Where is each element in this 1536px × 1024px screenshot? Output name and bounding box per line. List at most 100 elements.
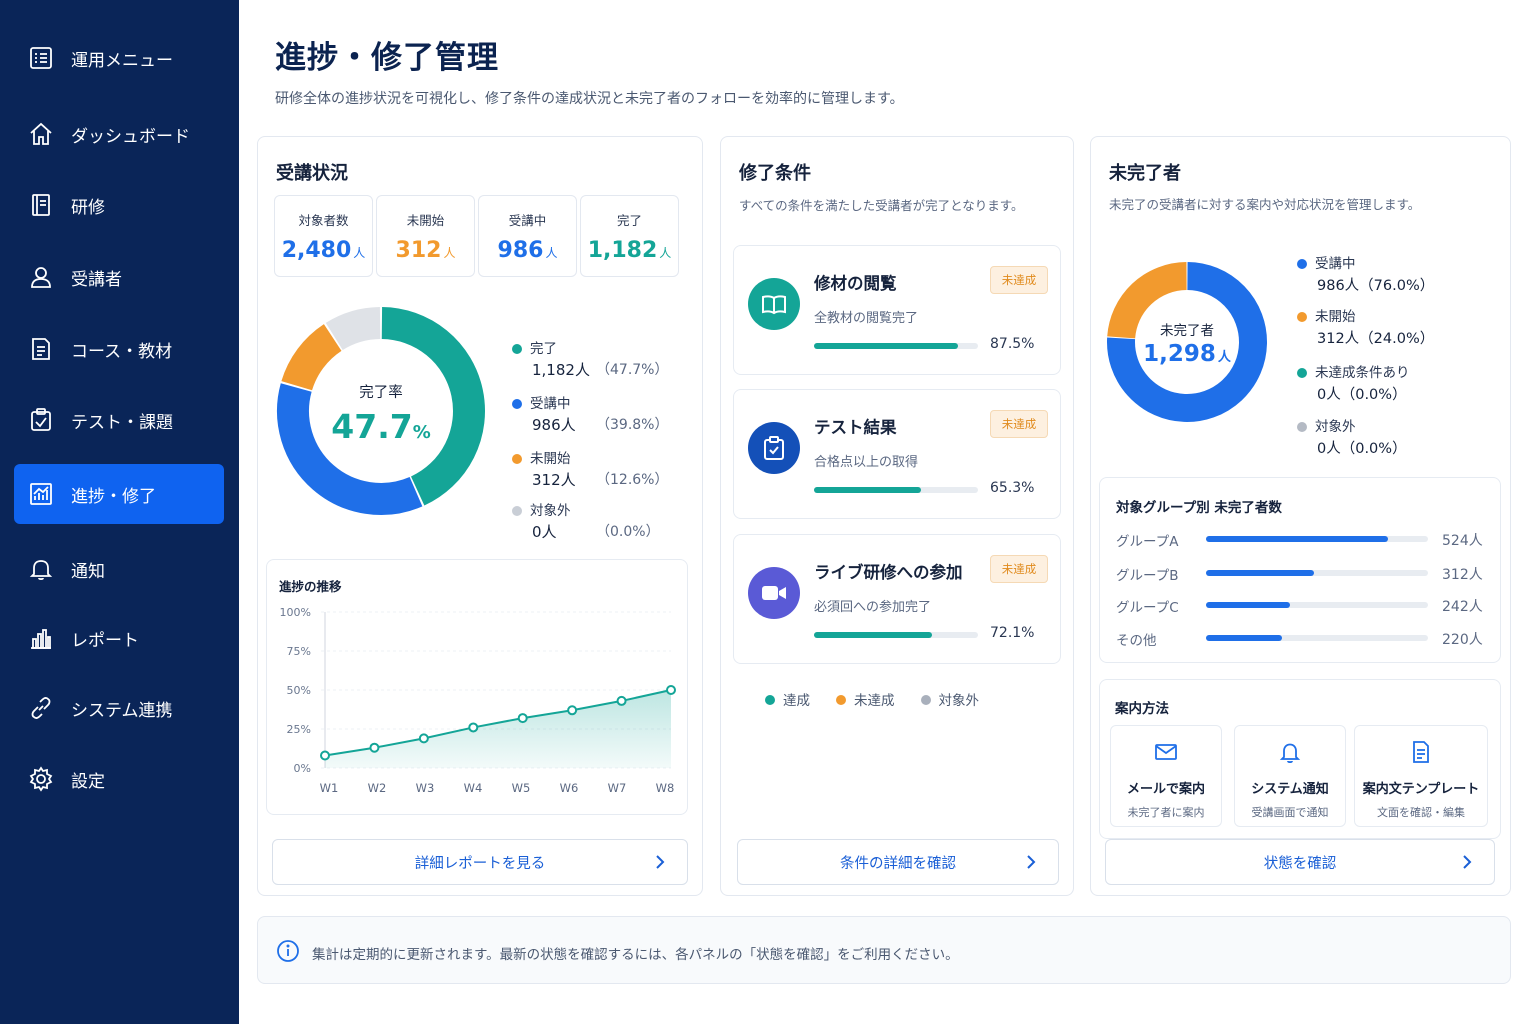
sidebar-item-notifications[interactable]: 通知 [14,539,224,599]
sidebar-item-label: 設定 [71,771,105,792]
open-book-icon [748,278,800,330]
progress-percent: 72.1% [990,625,1035,641]
group-row: グループA 524人 [1116,533,1483,550]
stat-value: 1,182 人 [587,238,672,263]
clipboard-check-icon [748,422,800,474]
progress-fill [814,632,933,638]
sidebar-item-dashboard[interactable]: ダッシュボード [14,104,224,164]
donut-center-label: 未完了者 [1160,323,1214,339]
method-email[interactable]: メールで案内 未完了者に案内 [1110,725,1222,827]
method-title: メールで案内 [1126,782,1205,797]
group-bar [1206,570,1428,576]
trend-point [418,733,429,744]
stat-completed: 完了 1,182 人 [580,195,679,277]
trend-point [468,722,479,733]
sidebar-item-integration[interactable]: システム連携 [14,678,224,738]
legend-item: 対象外 [920,689,979,709]
legend-dot [512,399,522,409]
method-template[interactable]: 案内文テンプレート 文面を確認・編集 [1354,725,1488,827]
sidebar-item-courses[interactable]: コース・教材 [14,319,224,379]
condition-item[interactable]: テスト結果 合格点以上の取得 未達成 65.3% [733,389,1061,519]
sidebar-item-label: 進捗・修了 [71,486,156,507]
card-title: 受講状況 [276,163,348,184]
sidebar-item-settings[interactable]: 設定 [14,749,224,809]
sidebar-item-menu[interactable]: 運用メニュー [14,28,224,88]
card-title: 修了条件 [739,163,811,184]
x-tick-label: W7 [608,781,627,795]
donut-center-value: 47.7% [331,407,431,446]
legend-item: 未開始 312人（24.0%） [1297,305,1434,347]
y-tick-label: 50% [287,684,311,697]
x-tick-label: W8 [656,781,675,795]
stat-label: 完了 [616,213,642,228]
mail-icon [1155,744,1177,760]
sidebar-item-learners[interactable]: 受講者 [14,247,224,307]
view-condition-detail-button[interactable]: 条件の詳細を確認 [737,839,1059,885]
status-badge: 未達成 [990,555,1048,583]
video-camera-icon [748,567,800,619]
check-status-button[interactable]: 状態を確認 [1105,839,1495,885]
sidebar-item-progress[interactable]: 進捗・修了 [14,464,224,524]
legend-item: 受講中 986人 （39.8%） [512,392,668,434]
view-detail-report-button[interactable]: 詳細レポートを見る [272,839,688,885]
sidebar-item-label: 運用メニュー [71,50,173,71]
legend-item: 対象外 0人（0.0%） [1297,415,1407,457]
trend-point [567,705,578,716]
trend-chart-title: 進捗の推移 [279,579,342,594]
condition-item[interactable]: ライブ研修への参加 必須回への参加完了 未達成 72.1% [733,534,1061,664]
y-tick-label: 25% [287,723,311,736]
stat-label: 対象者数 [298,213,349,228]
chevron-right-icon [1463,855,1472,869]
sidebar-item-label: 受講者 [71,269,122,290]
x-tick-label: W5 [512,781,531,795]
chevron-right-icon [1027,855,1036,869]
guidance-methods-title: 案内方法 [1115,701,1169,717]
stat-in-progress: 受講中 986 人 [478,195,577,277]
gear-icon [29,766,53,792]
progress-fill [814,343,958,349]
incomplete-card: 未完了者 未完了の受講者に対する案内や対応状況を管理します。 未完了者 1,29… [1090,136,1511,896]
home-icon [30,122,52,145]
card-subtitle: すべての条件を満たした受講者が完了となります。 [739,198,1024,213]
method-system-notify[interactable]: システム通知 受講画面で通知 [1234,725,1346,827]
legend-item: 未開始 312人 （12.6%） [512,447,668,489]
info-banner: 集計は定期的に更新されます。最新の状態を確認するには、各パネルの「状態を確認」を… [257,916,1511,984]
status-badge: 未達成 [990,266,1048,294]
sidebar-item-label: レポート [71,630,139,651]
group-row: その他 220人 [1116,632,1483,649]
book-icon [32,194,50,216]
sidebar-item-reports[interactable]: レポート [14,608,224,668]
trend-point [320,750,330,761]
button-label: 状態を確認 [1263,855,1337,872]
legend-item: 達成 [765,689,810,709]
sidebar-item-tests[interactable]: テスト・課題 [14,390,224,450]
condition-title: 修材の閲覧 [814,274,897,293]
chevron-right-icon [656,855,665,869]
x-tick-label: W3 [416,781,435,795]
bell-icon [1279,743,1301,764]
sidebar-item-label: 研修 [71,197,105,218]
document-icon [1413,741,1429,763]
trend-point [666,685,676,695]
status-badge: 未達成 [990,410,1048,438]
sidebar-item-training[interactable]: 研修 [14,175,224,235]
legend-item: 未達成条件あり 0人（0.0%） [1297,361,1410,403]
x-tick-label: W4 [464,781,483,795]
trend-point [616,695,627,706]
y-tick-label: 100% [280,606,311,619]
progress-percent: 65.3% [990,480,1035,496]
info-text: 集計は定期的に更新されます。最新の状態を確認するには、各パネルの「状態を確認」を… [312,947,959,963]
bar-chart-icon [31,629,51,649]
attendance-card: 受講状況 対象者数 2,480 人 未開始 312 人 受講中 986 人 完了 1,… [257,136,703,896]
legend-dot [512,506,522,516]
condition-item[interactable]: 修材の閲覧 全教材の閲覧完了 未達成 87.5% [733,245,1061,375]
group-bar-fill [1206,536,1388,542]
conditions-card: 修了条件 すべての条件を満たした受講者が完了となります。 修材の閲覧 全教材の閲… [720,136,1074,896]
condition-desc: 全教材の閲覧完了 [814,311,919,326]
stat-label: 未開始 [406,213,445,228]
condition-title: ライブ研修への参加 [814,563,963,582]
condition-desc: 合格点以上の取得 [814,455,919,470]
legend-dot [1297,368,1307,378]
method-subtitle: 受講画面で通知 [1251,806,1329,819]
menu-grid-icon [30,47,52,69]
